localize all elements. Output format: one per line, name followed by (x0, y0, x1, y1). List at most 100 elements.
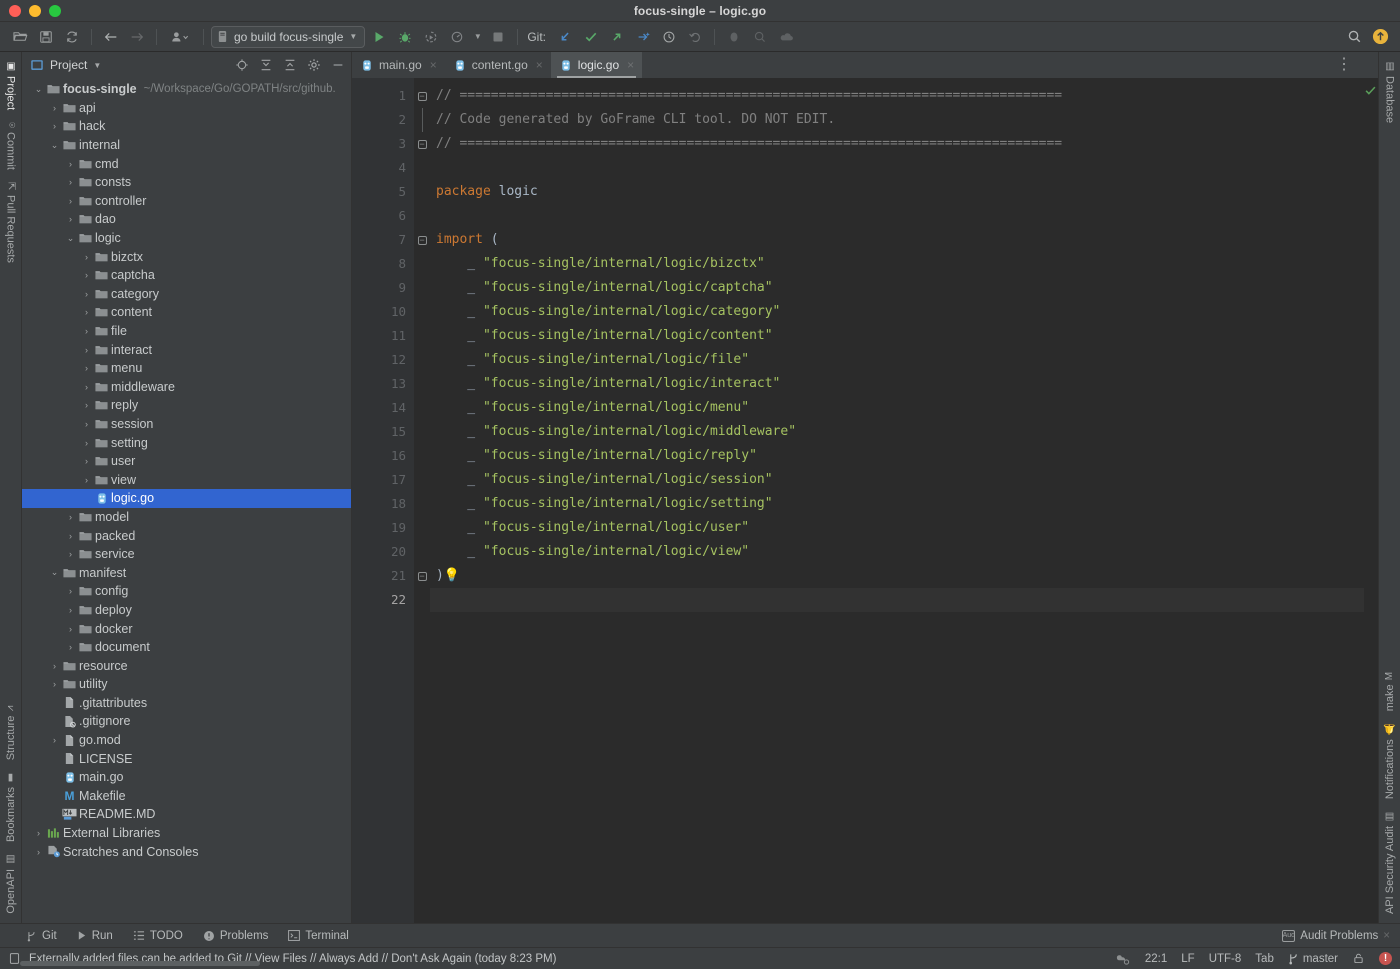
tree-expand-arrow[interactable]: › (64, 159, 77, 169)
inspection-ok-icon[interactable] (1364, 84, 1377, 97)
line-number[interactable]: 2 (352, 108, 414, 132)
line-number[interactable]: 7 (352, 228, 414, 252)
tree-expand-arrow[interactable]: › (64, 531, 77, 541)
sidebar-item-commit[interactable]: ⌾ Commit (4, 117, 18, 175)
fold-toggle-icon[interactable]: − (417, 139, 427, 149)
tree-node-api[interactable]: › api (22, 99, 351, 118)
fold-marker[interactable]: − (414, 132, 430, 156)
tree-expand-arrow[interactable]: · (48, 772, 61, 782)
code-line[interactable]: _ "focus-single/internal/logic/session" (430, 468, 1364, 492)
code-line[interactable]: _ "focus-single/internal/logic/setting" (430, 492, 1364, 516)
tree-expand-arrow[interactable]: ⌄ (48, 567, 61, 578)
tree-node-dao[interactable]: › dao (22, 210, 351, 229)
tree-node-consts[interactable]: › consts (22, 173, 351, 192)
code-line[interactable]: _ "focus-single/internal/logic/interact" (430, 372, 1364, 396)
sidebar-item-database[interactable]: ▥ Database (1383, 56, 1397, 128)
code-line[interactable]: _ "focus-single/internal/logic/file" (430, 348, 1364, 372)
code-line[interactable]: _ "focus-single/internal/logic/content" (430, 324, 1364, 348)
read-only-lock-icon[interactable] (1352, 952, 1365, 965)
tree-node-content[interactable]: › content (22, 303, 351, 322)
tree-node-logic-go[interactable]: · logic.go (22, 489, 351, 508)
tree-expand-arrow[interactable]: ⌄ (64, 233, 77, 244)
indent-setting[interactable]: Tab (1255, 953, 1274, 965)
line-number[interactable]: 4 (352, 156, 414, 180)
file-encoding[interactable]: UTF-8 (1209, 953, 1242, 965)
tree-expand-arrow[interactable]: › (80, 475, 93, 485)
run-with-coverage-button[interactable] (419, 25, 443, 49)
tree-expand-arrow[interactable]: › (80, 382, 93, 392)
line-number[interactable]: 9 (352, 276, 414, 300)
code-line[interactable]: _ "focus-single/internal/logic/category" (430, 300, 1364, 324)
tree-node-readme-md[interactable]: · README.MD (22, 805, 351, 824)
tree-expand-arrow[interactable]: › (48, 679, 61, 689)
code-editor[interactable]: 1 2 3 4 5 6 7 8 9 10 11 12 13 14 15 16 17 18 19 20 21 22 − − − −… (352, 56, 1378, 923)
close-tab-icon[interactable]: × (430, 58, 437, 72)
tree-expand-arrow[interactable]: › (32, 828, 45, 838)
forward-icon[interactable] (125, 25, 149, 49)
tree-node-menu[interactable]: › menu (22, 359, 351, 378)
fold-marker[interactable]: − (414, 564, 430, 588)
tree-node-packed[interactable]: › packed (22, 526, 351, 545)
tool-window-todo[interactable]: TODO (133, 930, 183, 942)
tree-node-internal[interactable]: ⌄ internal (22, 136, 351, 155)
sidebar-item-pull-requests[interactable]: ⇱ Pull Requests (4, 177, 18, 267)
fold-toggle-icon[interactable]: − (417, 571, 427, 581)
tree-expand-arrow[interactable]: › (80, 307, 93, 317)
tree-node-license[interactable]: · LICENSE (22, 749, 351, 768)
collapse-all-icon[interactable] (282, 58, 297, 73)
line-separator[interactable]: LF (1181, 953, 1194, 965)
editor-options-icon[interactable]: ⋮ (1326, 54, 1362, 74)
tree-node-interact[interactable]: › interact (22, 340, 351, 359)
code-line[interactable] (430, 588, 1364, 612)
tree-node-resource[interactable]: › resource (22, 656, 351, 675)
fold-marker[interactable] (414, 108, 430, 132)
code-line[interactable]: // =====================================… (430, 84, 1364, 108)
tree-node-user[interactable]: › user (22, 452, 351, 471)
tool-window-problems[interactable]: Problems (203, 930, 268, 942)
line-number[interactable]: 15 (352, 420, 414, 444)
audit-problems-badge[interactable]: Aud Audit Problems × (1282, 929, 1400, 942)
caret-position[interactable]: 22:1 (1145, 953, 1167, 965)
run-button[interactable] (367, 25, 391, 49)
line-number[interactable]: 16 (352, 444, 414, 468)
tree-expand-arrow[interactable]: › (64, 605, 77, 615)
sidebar-item-api-security-audit[interactable]: API Security Audit ▤ (1383, 806, 1397, 919)
code-line[interactable]: // =====================================… (430, 132, 1364, 156)
select-opened-file-icon[interactable] (234, 58, 249, 73)
sidebar-item-project[interactable]: ▣ Project (4, 56, 18, 115)
tree-node-middleware[interactable]: › middleware (22, 378, 351, 397)
tree-expand-arrow[interactable]: · (48, 698, 61, 708)
git-update-icon[interactable] (553, 25, 577, 49)
open-folder-icon[interactable] (8, 25, 32, 49)
code-line[interactable]: package logic (430, 180, 1364, 204)
profile-icon[interactable] (164, 25, 196, 49)
line-number[interactable]: 11 (352, 324, 414, 348)
tree-node-controller[interactable]: › controller (22, 192, 351, 211)
project-tree[interactable]: ⌄ focus-single ~/Workspace/Go/GOPATH/src/g… (22, 78, 351, 923)
fold-marker[interactable]: − (414, 228, 430, 252)
account-avatar[interactable] (1368, 25, 1392, 49)
fold-marker[interactable]: − (414, 84, 430, 108)
fold-toggle-icon[interactable]: − (417, 235, 427, 245)
tree-expand-arrow[interactable]: › (80, 270, 93, 280)
tree-expand-arrow[interactable]: › (48, 661, 61, 671)
back-icon[interactable] (99, 25, 123, 49)
tree-node--gitignore[interactable]: · .gitignore (22, 712, 351, 731)
stop-button[interactable] (486, 25, 510, 49)
tree-expand-arrow[interactable]: · (48, 716, 61, 726)
tree-node-deploy[interactable]: › deploy (22, 601, 351, 620)
tree-node-reply[interactable]: › reply (22, 396, 351, 415)
code-line[interactable]: import ( (430, 228, 1364, 252)
git-push-icon[interactable] (605, 25, 629, 49)
sidebar-item-openapi[interactable]: OpenAPI ▤ (4, 849, 18, 919)
tree-expand-arrow[interactable]: · (48, 754, 61, 764)
tree-expand-arrow[interactable]: › (80, 326, 93, 336)
tree-expand-arrow[interactable]: › (48, 103, 61, 113)
error-badge[interactable]: ! (1379, 952, 1392, 965)
code-line[interactable]: _ "focus-single/internal/logic/bizctx" (430, 252, 1364, 276)
tree-expand-arrow[interactable]: › (64, 214, 77, 224)
tree-expand-arrow[interactable]: › (64, 177, 77, 187)
tree-node-setting[interactable]: › setting (22, 433, 351, 452)
code-line[interactable]: _ "focus-single/internal/logic/menu" (430, 396, 1364, 420)
rollback-icon[interactable] (683, 25, 707, 49)
